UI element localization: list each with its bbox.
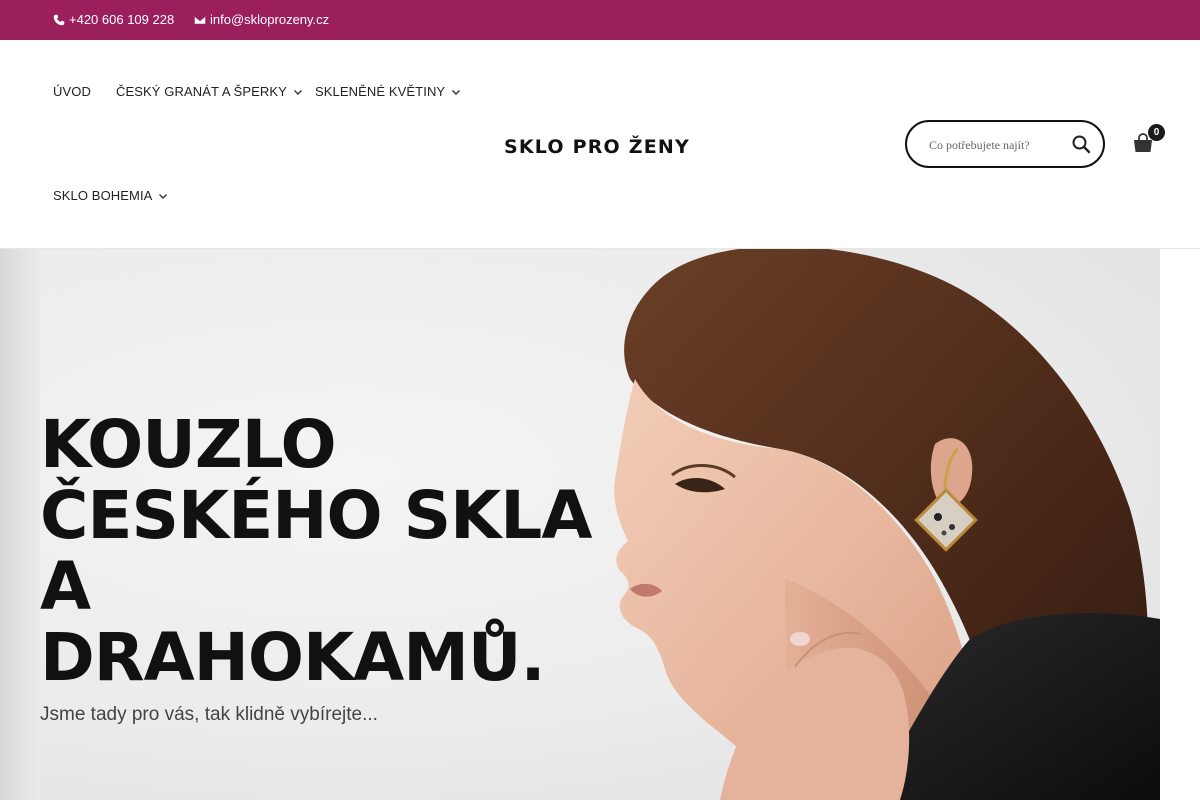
search-input[interactable] (929, 135, 1069, 155)
hero-title-line: ČESKÉHO SKLA (40, 477, 592, 554)
top-bar: +420 606 109 228 info@skloprozeny.cz (0, 0, 1200, 40)
phone-icon (53, 14, 65, 25)
nav-label[interactable]: SKLO BOHEMIA (53, 188, 152, 203)
chevron-down-icon[interactable] (293, 87, 303, 97)
hero-edge-shade (0, 249, 40, 800)
nav-item-uvod[interactable]: ÚVOD (53, 84, 91, 99)
cart-count-badge: 0 (1148, 124, 1165, 141)
hero-title-line: KOUZLO (40, 406, 337, 483)
site-header: ÚVOD ČESKÝ GRANÁT A ŠPERKY SKLENĚNÉ KVĚT… (0, 40, 1200, 249)
chevron-down-icon[interactable] (158, 191, 168, 201)
envelope-icon (194, 15, 206, 24)
nav-item-sklo-bohemia[interactable]: SKLO BOHEMIA (53, 188, 168, 203)
nav-label[interactable]: ÚVOD (53, 84, 91, 99)
site-logo[interactable]: SKLO PRO ŽENY (504, 136, 690, 158)
nav-item-sklenene-kvetiny[interactable]: SKLENĚNÉ KVĚTINY (315, 84, 461, 99)
nav-label[interactable]: SKLENĚNÉ KVĚTINY (315, 84, 445, 99)
phone-number[interactable]: +420 606 109 228 (69, 12, 174, 27)
hero-title-line: DRAHOKAMŮ. (40, 619, 546, 696)
email-contact[interactable]: info@skloprozeny.cz (194, 12, 329, 27)
email-address[interactable]: info@skloprozeny.cz (210, 12, 329, 27)
hero-title-line: A (40, 548, 91, 625)
search-box[interactable] (905, 120, 1105, 168)
nav-item-cesky-granat[interactable]: ČESKÝ GRANÁT A ŠPERKY (116, 84, 303, 99)
chevron-down-icon[interactable] (451, 87, 461, 97)
nav-label[interactable]: ČESKÝ GRANÁT A ŠPERKY (116, 84, 287, 99)
woman-earring-photo (614, 249, 1160, 800)
phone-contact[interactable]: +420 606 109 228 (53, 12, 174, 27)
search-icon[interactable] (1071, 134, 1091, 154)
hero-subtitle: Jsme tady pro vás, tak klidně vybírejte.… (40, 704, 378, 725)
hero-title: KOUZLO ČESKÉHO SKLA A DRAHOKAMŮ. (40, 409, 600, 693)
hero-banner: KOUZLO ČESKÉHO SKLA A DRAHOKAMŮ. Jsme ta… (0, 249, 1200, 800)
